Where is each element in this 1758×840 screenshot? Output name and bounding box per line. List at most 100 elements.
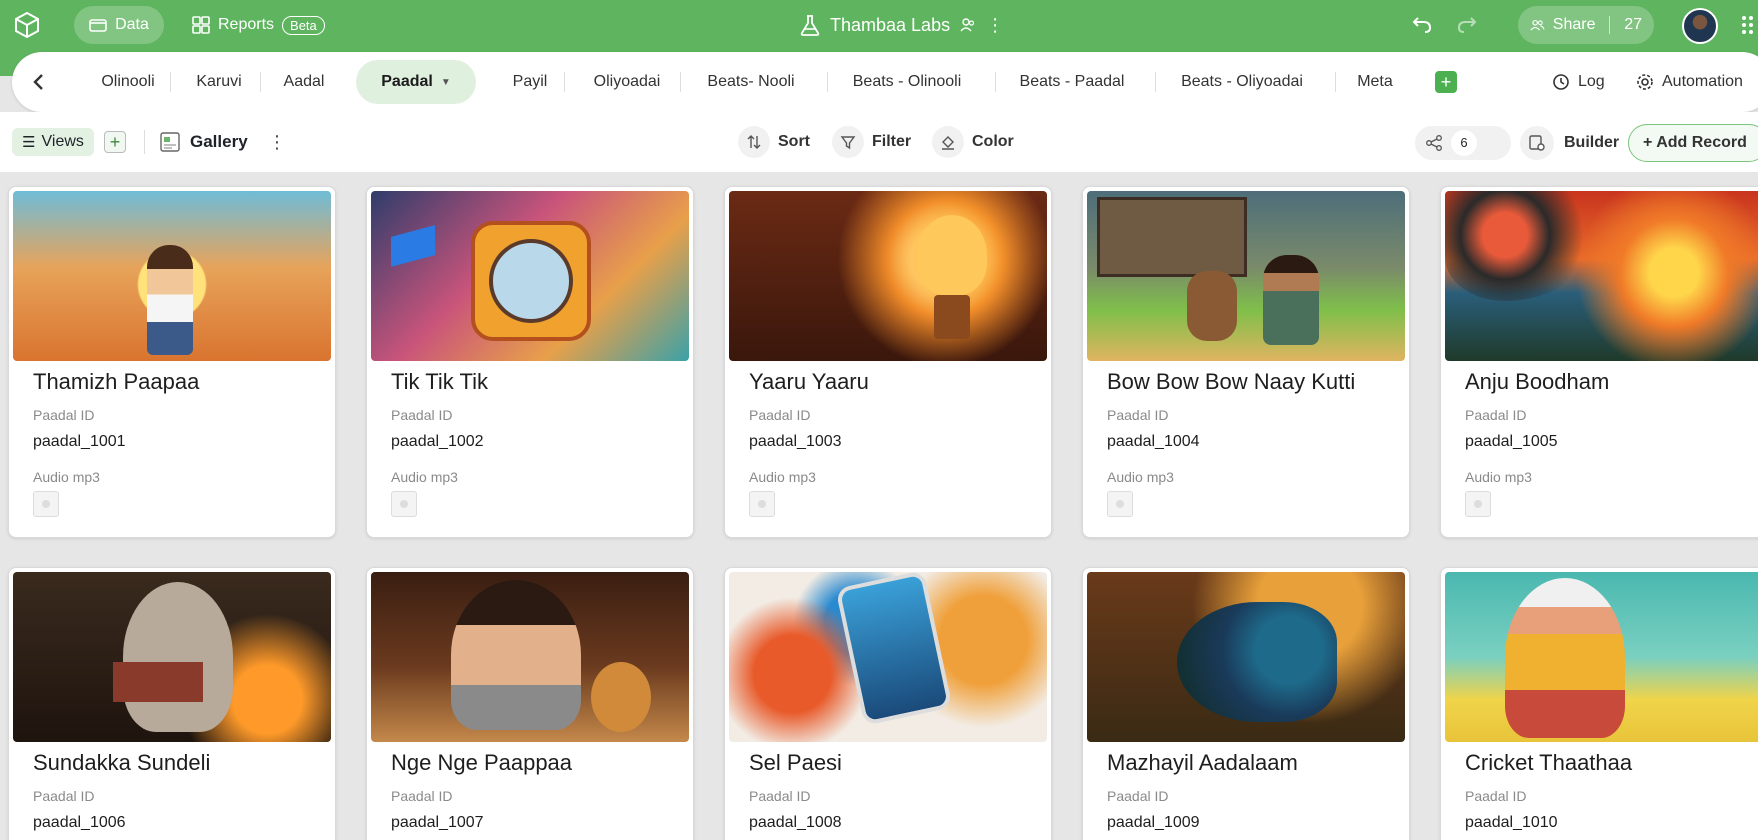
tab-label: Payil [512, 73, 548, 90]
flask-icon [800, 15, 820, 36]
bulb-figure [917, 215, 987, 295]
record-card[interactable]: Nge Nge Paappaa Paadal ID paadal_1007 [366, 567, 694, 840]
tab-label: Olinooli [101, 73, 155, 90]
app-logo-icon[interactable] [12, 10, 42, 40]
tab-karuvi[interactable]: Karuvi [174, 60, 264, 104]
add-record-label: + Add Record [1643, 134, 1747, 151]
tab-beats-nooli[interactable]: Beats- Nooli [688, 60, 814, 104]
tab-beats-paadal[interactable]: Beats - Paadal [1002, 60, 1142, 104]
card-thumbnail [13, 191, 331, 361]
color-button[interactable]: Color [932, 126, 1014, 158]
record-card[interactable]: Sel Paesi Paadal ID paadal_1008 [724, 567, 1052, 840]
record-card[interactable]: Cricket Thaathaa Paadal ID paadal_1010 [1440, 567, 1758, 840]
audio-attachment-icon[interactable] [33, 491, 59, 517]
bulb-base [934, 295, 970, 339]
record-card[interactable]: Sundakka Sundeli Paadal ID paadal_1006 [8, 567, 336, 840]
tab-label: Beats - Oliyoadai [1181, 73, 1303, 90]
sort-button[interactable]: Sort [738, 126, 810, 158]
record-card[interactable]: Tik Tik Tik Paadal ID paadal_1002 Audio … [366, 186, 694, 538]
audio-label: Audio mp3 [1107, 469, 1174, 485]
current-view[interactable]: Gallery [160, 128, 248, 156]
tab-paadal[interactable]: Paadal ▼ [356, 60, 476, 104]
gear-icon [1637, 74, 1653, 90]
clock-figure [471, 221, 591, 341]
audio-attachment-icon[interactable] [391, 491, 417, 517]
share-view-button[interactable]: 6 [1415, 126, 1511, 160]
tab-oliyoadai[interactable]: Oliyoadai [572, 60, 682, 104]
share-button[interactable]: Share 27 [1518, 6, 1654, 44]
field-value: paadal_1005 [1465, 433, 1558, 450]
clock-icon [1553, 74, 1569, 90]
add-table-button[interactable]: + [1435, 71, 1457, 93]
title-menu-icon[interactable]: ⋮ [986, 15, 1004, 36]
field-label: Paadal ID [33, 788, 95, 804]
record-card[interactable]: Yaaru Yaaru Paadal ID paadal_1003 Audio … [724, 186, 1052, 538]
chevron-down-icon[interactable]: ▼ [441, 77, 451, 88]
field-value: paadal_1008 [749, 814, 842, 831]
table-tabs-bar: Olinooli Karuvi Aadal Paadal ▼ Payil Oli… [12, 52, 1758, 112]
apps-grid-icon[interactable] [1740, 14, 1758, 36]
views-toggle-button[interactable]: ☰ Views [12, 128, 94, 156]
data-tab[interactable]: Data [74, 6, 164, 44]
record-card[interactable]: Mazhayil Aadalaam Paadal ID paadal_1009 [1082, 567, 1410, 840]
tab-meta[interactable]: Meta [1340, 60, 1410, 104]
record-card[interactable]: Thamizh Paapaa Paadal ID paadal_1001 Aud… [8, 186, 336, 538]
tab-beats-olinooli[interactable]: Beats - Olinooli [832, 60, 982, 104]
add-record-button[interactable]: + Add Record [1628, 124, 1758, 162]
tab-label: Meta [1357, 73, 1393, 90]
people-icon [1530, 19, 1545, 31]
field-label: Paadal ID [749, 407, 811, 423]
builder-button[interactable]: Builder [1520, 126, 1619, 160]
card-title: Yaaru Yaaru [749, 369, 869, 394]
record-card[interactable]: Bow Bow Bow Naay Kutti Paadal ID paadal_… [1082, 186, 1410, 538]
record-card[interactable]: Anju Boodham Paadal ID paadal_1005 Audio… [1440, 186, 1758, 538]
funnel-icon [832, 126, 864, 158]
audio-attachment-icon[interactable] [749, 491, 775, 517]
card-thumbnail [371, 191, 689, 361]
tab-divider [680, 72, 681, 92]
user-avatar[interactable] [1682, 8, 1718, 44]
share-count: 27 [1624, 16, 1642, 33]
filter-button[interactable]: Filter [832, 126, 912, 158]
card-thumbnail [371, 572, 689, 742]
card-thumbnail [1445, 572, 1758, 742]
tab-olinooli[interactable]: Olinooli [78, 60, 178, 104]
card-title: Sel Paesi [749, 750, 842, 775]
grandpa-figure [1505, 578, 1625, 738]
field-value: paadal_1007 [391, 814, 484, 831]
tab-beats-oliyoadai[interactable]: Beats - Oliyoadai [1162, 60, 1322, 104]
add-view-button[interactable]: + [104, 131, 126, 153]
share-divider [1609, 16, 1611, 34]
card-title: Tik Tik Tik [391, 369, 488, 394]
data-tab-label: Data [115, 16, 149, 33]
audio-attachment-icon[interactable] [1107, 491, 1133, 517]
tab-aadal[interactable]: Aadal [266, 60, 342, 104]
card-title: Mazhayil Aadalaam [1107, 750, 1298, 775]
tab-label: Karuvi [196, 73, 242, 90]
audio-attachment-icon[interactable] [1465, 491, 1491, 517]
workspace-title[interactable]: Thambaa Labs ⋮ [800, 6, 1004, 44]
card-title: Cricket Thaathaa [1465, 750, 1633, 775]
view-more-icon[interactable]: ⋮ [268, 128, 286, 156]
field-label: Paadal ID [33, 407, 95, 423]
gallery-view-icon [160, 132, 180, 152]
builder-icon [1520, 126, 1554, 160]
filter-label: Filter [872, 133, 912, 150]
log-button[interactable]: Log [1552, 60, 1605, 104]
tab-divider [1155, 72, 1156, 92]
undo-icon[interactable] [1410, 12, 1434, 36]
chevron-left-icon[interactable] [28, 70, 50, 94]
redo-icon[interactable] [1455, 12, 1479, 36]
automation-button[interactable]: Automation [1636, 60, 1743, 104]
phone-figure [835, 572, 953, 726]
reports-tab[interactable]: Reports Beta [192, 6, 325, 44]
field-label: Paadal ID [391, 407, 453, 423]
collaborators-icon[interactable] [960, 17, 976, 33]
card-thumbnail [1087, 191, 1405, 361]
field-label: Paadal ID [1465, 788, 1527, 804]
card-title: Sundakka Sundeli [33, 750, 211, 775]
automation-label: Automation [1662, 73, 1743, 90]
folder-icon [89, 19, 107, 32]
share-label: Share [1552, 16, 1596, 33]
card-thumbnail [13, 572, 331, 742]
